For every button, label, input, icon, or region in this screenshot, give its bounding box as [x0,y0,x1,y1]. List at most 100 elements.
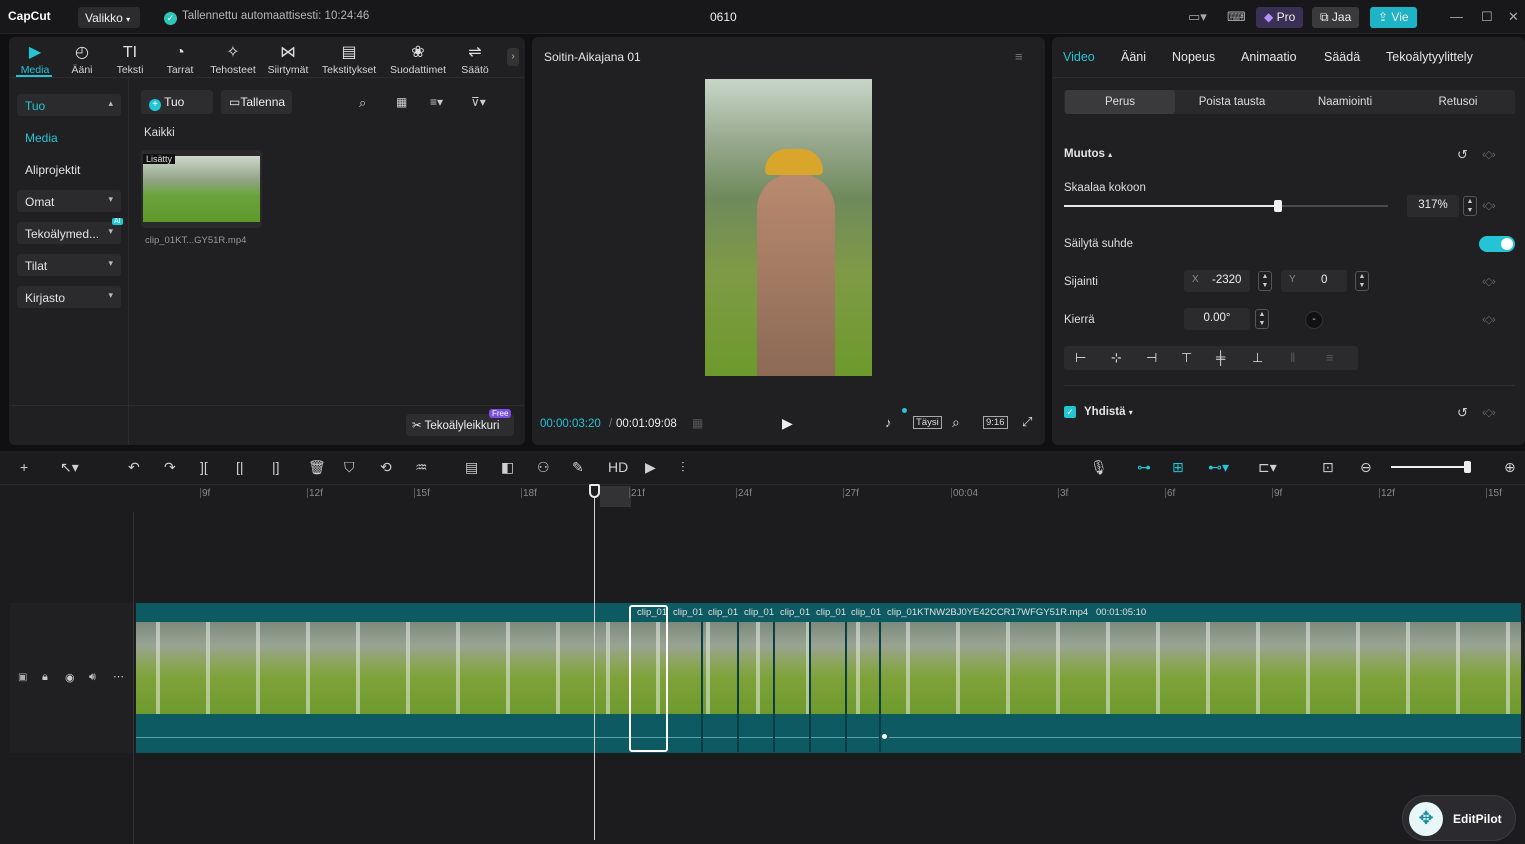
pro-button[interactable]: ◆ Pro [1256,7,1304,28]
sidebar-item-ai-media[interactable]: Tekoälymed... ▾ [17,222,121,244]
record-button[interactable]: ▭Tallenna [221,90,292,114]
play-icon[interactable]: ▶ [782,415,793,432]
import-button[interactable]: + Tuo [141,90,213,114]
y-stepper[interactable]: ▲ ▼ [1355,271,1369,291]
magnet-icon[interactable]: ⊷▾ [1208,459,1229,476]
clip-label[interactable]: clip_01 [814,606,849,619]
editpilot-button[interactable]: ✥ EditPilot [1402,795,1516,841]
magic-icon[interactable]: ✎ [572,459,584,476]
eye-icon[interactable]: ◉ [65,671,75,684]
sidebar-item-kirjasto[interactable]: Kirjasto ▾ [17,286,121,308]
tool-tarrat[interactable]: ◔ Tarrat [154,44,206,76]
zoom-icon[interactable]: ⌕ [952,414,960,431]
chevron-right-icon[interactable]: › [507,48,519,66]
keyframe-icon[interactable]: ‹◇› [1482,199,1496,212]
speed-curve-icon[interactable]: ♒ [415,459,428,476]
lock-icon[interactable]: 🔒︎ [42,671,48,684]
clip-label[interactable]: clip_01 [742,606,777,619]
align-top-icon[interactable]: ⊤ [1181,350,1192,366]
sidebar-item-media[interactable]: Media [17,126,121,148]
tab-tekoälytyylittely[interactable]: Tekoälytyylittely [1386,50,1473,64]
blend-checkbox[interactable]: ✓ [1064,406,1076,418]
tab-video[interactable]: Video [1063,50,1095,64]
tool-tehosteet[interactable]: ✧ Tehosteet [207,44,259,76]
scale-stepper[interactable]: ▲ ▼ [1463,196,1477,216]
scale-slider[interactable] [1064,200,1388,212]
align-middle-icon[interactable]: ╪ [1216,350,1225,365]
aspect-ratio-button[interactable]: 9:16 [983,416,1008,429]
person-icon[interactable]: ⚇ [537,459,550,476]
zoom-slider-handle[interactable] [1464,461,1471,473]
rotate-stepper[interactable]: ▲ ▼ [1255,309,1269,329]
maximize-icon[interactable]: ☐ [1481,9,1493,25]
redo-icon[interactable]: ↷ [164,459,176,476]
preview-axis-icon[interactable]: ⊏▾ [1258,459,1277,476]
subtab-naamiointi[interactable]: Naamiointi [1290,90,1400,114]
clip-label[interactable]: clip_01 [671,606,706,619]
tiktok-icon[interactable]: ♪ [885,415,892,430]
split-icon[interactable]: ][ [200,459,208,475]
subtab-poista-tausta[interactable]: Poista tausta [1177,90,1287,114]
playhead-handle[interactable] [589,484,600,498]
tool-media[interactable]: ▶ Media [9,44,61,76]
align-right-icon[interactable]: ⊣ [1146,350,1157,366]
position-y-input[interactable]: Y0 [1281,270,1347,292]
share-button[interactable]: ⧉ Jaa [1312,7,1360,28]
clip-label-long[interactable]: clip_01KTNW2BJ0YE42CCR17WFGY51R.mp4 [885,606,1091,619]
delete-icon[interactable]: 🗑︎ [308,459,326,476]
select-tool-icon[interactable]: ↖▾ [60,459,79,476]
distribute-h-icon[interactable]: ‖ [1290,350,1295,365]
hd-icon[interactable]: HD [608,459,628,475]
tool-siirtymät[interactable]: ⋈ Siirtymät [262,44,314,76]
freeze-icon[interactable]: ▶ [645,459,656,476]
tab-nopeus[interactable]: Nopeus [1172,50,1215,64]
align-bottom-icon[interactable]: ⊥ [1252,350,1263,366]
keyframe-icon[interactable]: ‹◇› [1482,313,1496,326]
scale-input[interactable]: 317% [1407,195,1459,217]
more-icon[interactable]: ⋯ [113,670,124,683]
reset-icon[interactable]: ↺ [1457,405,1468,421]
speaker-icon[interactable]: 🔊︎ [89,671,96,684]
fullscreen-icon[interactable]: ⤢ [1022,414,1032,430]
fit-icon[interactable]: ⊡ [1322,459,1334,476]
loop-icon[interactable]: ⟲ [380,459,392,476]
tool-teksti[interactable]: TI Teksti [104,44,156,76]
mirror-icon[interactable]: ◧ [501,459,514,476]
selected-clip-outline[interactable] [629,605,668,752]
marker-icon[interactable]: ⛉ [344,459,355,476]
split-right-icon[interactable]: |] [272,459,280,475]
snap-icon[interactable]: ⊞ [1172,459,1184,476]
full-quality-button[interactable]: Täysi [913,416,942,429]
filter-icon[interactable]: ⊽▾ [471,95,486,109]
align-center-h-icon[interactable]: ⊹ [1111,350,1122,366]
audio-split-icon[interactable]: ⫶ [681,459,685,476]
rotate-input[interactable]: 0.00° [1184,308,1250,330]
crop-icon[interactable]: ▤ [465,459,478,476]
align-left-icon[interactable]: ⊢ [1075,350,1086,366]
sidebar-item-aliprojektit[interactable]: Aliprojektit [17,158,121,180]
keyboard-icon[interactable]: ⌨ [1227,9,1246,25]
tab-animaatio[interactable]: Animaatio [1241,50,1297,64]
cover-icon[interactable]: ▣ [18,672,27,683]
media-thumbnail[interactable]: Lisätty [141,150,262,228]
position-x-input[interactable]: X -2320 [1184,270,1250,292]
tab-säädä[interactable]: Säädä [1324,50,1360,64]
hamburger-icon[interactable]: ≡ [1015,49,1023,64]
tool-säätö[interactable]: ⇌ Säätö [449,44,501,76]
add-track-icon[interactable]: + [20,459,28,475]
distribute-v-icon[interactable]: ≡ [1326,350,1334,365]
scale-slider-handle[interactable] [1273,200,1282,212]
waveform-icon[interactable]: ▦ [692,416,703,430]
export-button[interactable]: ⇪ Vie [1370,7,1417,28]
layout-icon[interactable]: ▭▾ [1188,9,1207,25]
keyframe-icon[interactable]: ‹◇› [1482,148,1496,161]
zoom-slider[interactable] [1391,461,1471,473]
keyframe-icon[interactable]: ‹◇› [1482,275,1496,288]
undo-icon[interactable]: ↶ [128,459,140,476]
keyframe-icon[interactable]: ‹◇› [1482,406,1496,419]
subtab-retusoi[interactable]: Retusoi [1403,90,1513,114]
rotate-dial[interactable]: - [1305,311,1323,329]
search-icon[interactable]: ⌕ [359,95,366,111]
tab-ääni[interactable]: Ääni [1121,50,1146,64]
tool-tekstitykset[interactable]: ▤ Tekstitykset [317,44,381,76]
